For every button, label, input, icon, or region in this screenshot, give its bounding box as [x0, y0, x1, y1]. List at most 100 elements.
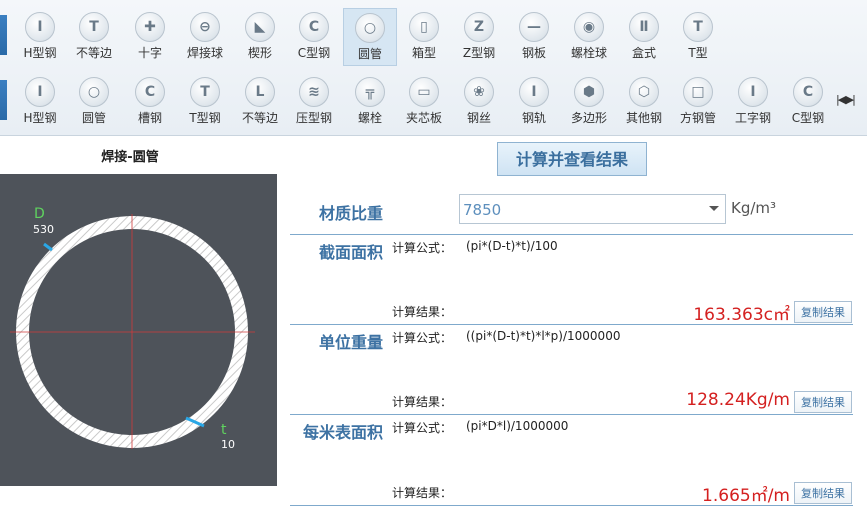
material-density-value: 7850: [463, 201, 502, 219]
divider: [290, 414, 853, 415]
formula-label: 计算公式：: [392, 331, 453, 345]
divider: [290, 324, 853, 325]
shape-icon: I: [25, 77, 55, 107]
formula-label: 计算公式：: [392, 421, 453, 435]
section-title: 焊接-圆管: [101, 150, 159, 165]
shape-icon: T: [683, 12, 713, 42]
toolbar-item-6[interactable]: ≋ 压型钢: [287, 73, 341, 131]
toolbar-item-label: 槽钢: [137, 111, 162, 125]
toolbar-item-label: H型钢: [23, 46, 57, 60]
toolbar-item-label: 圆管: [81, 111, 106, 125]
material-density-label: 材质比重: [319, 204, 384, 223]
toolbar-item-label: 钢丝: [466, 111, 491, 125]
toolbar-item-11[interactable]: ⬢ 多边形: [562, 73, 616, 131]
toolbar-item-label: T型钢: [189, 111, 221, 125]
toolbar-item-10[interactable]: I 钢轨: [507, 73, 561, 131]
chevron-down-icon[interactable]: [709, 206, 719, 211]
toolbar-item-label: C型钢: [791, 111, 825, 125]
d-label: D: [34, 206, 45, 222]
t-value: 10: [221, 438, 235, 451]
toolbar-item-label: 箱型: [411, 46, 436, 60]
shape-toolbar: I H型钢 T 不等边 ✚ 十字 ⊖ 焊接球 ◣ 楔形 C C型钢 ○ 圆管 ▯ 箱型 Z Z型钢 — 钢板 ◉ 螺栓球 Ⅱ…: [0, 0, 867, 136]
formula-unit-weight: ((pi*(D-t)*t)*l*p)/1000000: [466, 329, 621, 343]
pipe-diagram: D 530 t 10: [0, 174, 277, 486]
shape-icon: Ⅱ: [629, 12, 659, 42]
material-density-select[interactable]: 7850: [459, 194, 726, 224]
toolbar-item-label: 夹芯板: [405, 111, 442, 125]
shape-icon: ⬡: [629, 77, 659, 107]
toolbar-item-4[interactable]: ⊖ 焊接球: [178, 8, 232, 66]
toolbar-item-10[interactable]: — 钢板: [507, 8, 561, 66]
toolbar-item-9[interactable]: Z Z型钢: [452, 8, 506, 66]
result-unit-weight: 128.24Kg/m: [686, 390, 790, 410]
shape-icon: T: [79, 12, 109, 42]
shape-icon: ✚: [135, 12, 165, 42]
d-value: 530: [33, 223, 54, 236]
toolbar-item-label: T型: [688, 46, 708, 60]
copy-result-button[interactable]: 复制结果: [794, 301, 852, 323]
toolbar-item-label: 钢轨: [521, 111, 546, 125]
formula-section-area: (pi*(D-t)*t)/100: [466, 239, 558, 253]
toolbar-item-15[interactable]: C C型钢: [781, 73, 835, 131]
formula-surface-area: (pi*D*l)/1000000: [466, 419, 569, 433]
toolbar-item-5[interactable]: ◣ 楔形: [233, 8, 287, 66]
toolbar-item-13[interactable]: □ 方钢管: [671, 73, 725, 131]
toolbar-item-9[interactable]: ❀ 钢丝: [452, 73, 506, 131]
toolbar-item-2[interactable]: ○ 圆管: [67, 73, 121, 131]
material-density-unit: Kg/m³: [731, 199, 777, 217]
shape-icon: I: [25, 12, 55, 42]
toolbar-item-label: 钢板: [521, 46, 546, 60]
shape-icon: ╦: [355, 77, 385, 107]
toolbar-item-14[interactable]: I 工字钢: [726, 73, 780, 131]
toolbar-item-4[interactable]: T T型钢: [178, 73, 232, 131]
toolbar-item-6[interactable]: C C型钢: [287, 8, 341, 66]
copy-result-button[interactable]: 复制结果: [794, 482, 852, 504]
diagram-panel: 焊接-圆管 D 530 t 10: [0, 136, 277, 511]
pipe-cross-section-svg: D 530 t 10: [10, 206, 255, 451]
shape-icon: L: [245, 77, 275, 107]
result-section-area: 163.363c㎡: [693, 305, 790, 325]
copy-result-button[interactable]: 复制结果: [794, 391, 852, 413]
toolbar-item-label: 多边形: [570, 111, 607, 125]
toolbar-item-8[interactable]: ▯ 箱型: [397, 8, 451, 66]
toolbar-item-3[interactable]: C 槽钢: [123, 73, 177, 131]
toolbar-item-8[interactable]: ▭ 夹芯板: [397, 73, 451, 131]
toolbar-item-label: 不等边: [75, 46, 112, 60]
toolbar-item-5[interactable]: L 不等边: [233, 73, 287, 131]
toolbar-scroll-arrows-icon[interactable]: |◀ ▶|: [836, 93, 856, 106]
calculate-button[interactable]: 计算并查看结果: [497, 142, 647, 176]
d-dimension-marker: [43, 242, 53, 252]
shape-icon: ○: [79, 77, 109, 107]
shape-icon: C: [793, 77, 823, 107]
shape-icon: ▯: [409, 12, 439, 42]
row-title-section-area: 截面面积: [319, 243, 384, 262]
toolbar-item-label: 工字钢: [734, 111, 771, 125]
toolbar-item-label: 十字: [137, 46, 162, 60]
row-title-surface-area: 每米表面积: [303, 423, 384, 442]
shape-icon: I: [738, 77, 768, 107]
result-surface-area: 1.665㎡/m: [702, 486, 790, 506]
toolbar-item-label: 盒式: [631, 46, 656, 60]
row-title-unit-weight: 单位重量: [319, 333, 384, 352]
toolbar-item-1[interactable]: I H型钢: [13, 73, 67, 131]
toolbar-item-label: 焊接球: [186, 46, 223, 60]
toolbar-item-12[interactable]: Ⅱ 盒式: [617, 8, 671, 66]
toolbar-item-1[interactable]: I H型钢: [13, 8, 67, 66]
shape-icon: ◣: [245, 12, 275, 42]
shape-icon: T: [190, 77, 220, 107]
toolbar-item-12[interactable]: ⬡ 其他钢: [617, 73, 671, 131]
toolbar-item-7[interactable]: ○ 圆管: [343, 8, 397, 66]
toolbar-item-7[interactable]: ╦ 螺栓: [343, 73, 397, 131]
shape-icon: ⊖: [190, 12, 220, 42]
shape-icon: ○: [355, 13, 385, 43]
toolbar-item-label: H型钢: [23, 111, 57, 125]
toolbar-item-13[interactable]: T T型: [671, 8, 725, 66]
toolbar-item-label: 楔形: [247, 46, 272, 60]
toolbar-item-3[interactable]: ✚ 十字: [123, 8, 177, 66]
divider: [290, 234, 853, 235]
toolbar-item-label: 螺栓球: [570, 46, 607, 60]
shape-icon: —: [519, 12, 549, 42]
toolbar-item-11[interactable]: ◉ 螺栓球: [562, 8, 616, 66]
toolbar-item-2[interactable]: T 不等边: [67, 8, 121, 66]
shape-icon: Z: [464, 12, 494, 42]
